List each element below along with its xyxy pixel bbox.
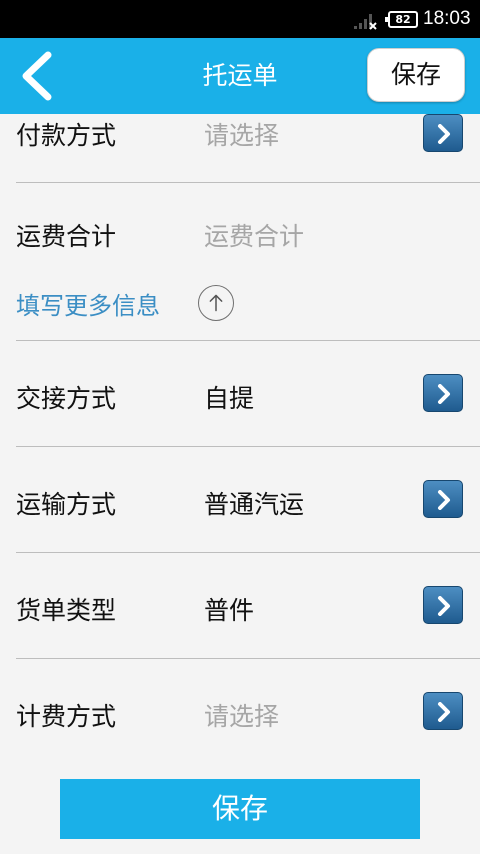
- title-bar: 托运单 保存: [0, 38, 480, 114]
- battery-icon: 82: [385, 11, 418, 28]
- payment-method-row[interactable]: 付款方式 请选择: [0, 114, 480, 184]
- freight-total-label: 运费合计: [16, 222, 117, 251]
- more-info-link[interactable]: 填写更多信息: [16, 286, 160, 321]
- freight-total-input[interactable]: 运费合计: [204, 217, 304, 253]
- billing-method-value: 请选择: [204, 702, 280, 731]
- payment-method-label: 付款方式: [16, 121, 117, 150]
- signal-icon: [354, 14, 377, 30]
- billing-method-label: 计费方式: [16, 702, 117, 731]
- cargo-type-value: 普件: [204, 596, 255, 625]
- back-arrow-icon[interactable]: [14, 50, 60, 102]
- handover-method-value: 自提: [204, 384, 255, 413]
- status-bar: 82 18:03: [0, 0, 480, 38]
- transport-method-row[interactable]: 运输方式 普通汽运: [0, 447, 480, 552]
- save-button[interactable]: 保存: [60, 779, 420, 839]
- arrow-up-icon[interactable]: [198, 285, 234, 321]
- billing-method-row[interactable]: 计费方式 请选择: [0, 659, 480, 764]
- transport-method-label: 运输方式: [16, 490, 117, 519]
- clock: 18:03: [423, 8, 471, 29]
- cargo-type-row[interactable]: 货单类型 普件: [0, 553, 480, 658]
- handover-method-label: 交接方式: [16, 384, 117, 413]
- page-title: 托运单: [202, 61, 278, 90]
- chevron-right-icon[interactable]: [423, 586, 463, 624]
- header-save-button[interactable]: 保存: [367, 48, 465, 102]
- chevron-right-icon[interactable]: [423, 114, 463, 152]
- chevron-right-icon[interactable]: [423, 374, 463, 412]
- chevron-right-icon[interactable]: [423, 692, 463, 730]
- transport-method-value: 普通汽运: [204, 490, 305, 519]
- chevron-right-icon[interactable]: [423, 480, 463, 518]
- payment-method-value: 请选择: [204, 121, 280, 150]
- freight-total-row: 运费合计 运费合计: [0, 183, 480, 273]
- cargo-type-label: 货单类型: [16, 596, 117, 625]
- handover-method-row[interactable]: 交接方式 自提: [0, 341, 480, 446]
